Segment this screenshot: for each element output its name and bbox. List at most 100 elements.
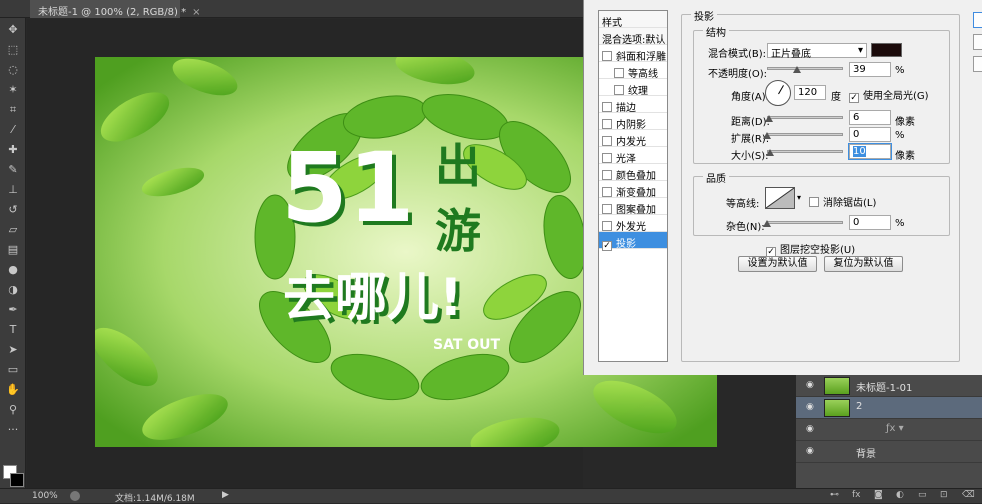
- fx-icon[interactable]: fx: [852, 490, 863, 500]
- trash-icon[interactable]: ⌫: [962, 490, 975, 500]
- opacity-slider-thumb[interactable]: [792, 66, 801, 73]
- layer-row[interactable]: ◉ ƒx ▾: [796, 419, 982, 441]
- noise-label: 杂色(N):: [726, 222, 765, 233]
- angle-dial[interactable]: [765, 80, 791, 106]
- pen-tool-icon[interactable]: ✒: [4, 302, 22, 318]
- dodge-tool-icon[interactable]: ◑: [4, 282, 22, 298]
- anti-alias-checkbox[interactable]: 消除锯齿(L): [809, 194, 876, 209]
- path-selection-tool-icon[interactable]: ➤: [4, 342, 22, 358]
- distance-input[interactable]: 6: [849, 110, 891, 125]
- distance-slider-track[interactable]: [767, 116, 843, 119]
- styles-header[interactable]: 样式: [599, 11, 667, 29]
- reset-default-button[interactable]: 复位为默认值: [824, 256, 903, 272]
- knockout-checkbox[interactable]: ✓ 图层挖空投影(U): [766, 241, 855, 257]
- style-checkbox[interactable]: [614, 85, 624, 95]
- noise-input[interactable]: 0: [849, 215, 891, 230]
- style-checkbox[interactable]: [602, 51, 612, 61]
- size-slider-track[interactable]: [767, 150, 843, 153]
- background-color-swatch[interactable]: [10, 473, 24, 487]
- shape-tool-icon[interactable]: ▭: [4, 362, 22, 378]
- style-checkbox[interactable]: [602, 153, 612, 163]
- close-icon[interactable]: ×: [192, 7, 200, 18]
- folder-icon[interactable]: ▭: [918, 490, 929, 500]
- style-checkbox[interactable]: [602, 170, 612, 180]
- style-checkbox[interactable]: [602, 119, 612, 129]
- layer-style-dialog: 样式 混合选项:默认 斜面和浮雕 等高线 纹理 描边 内阴影 内发光 光泽 颜色叠加 渐变叠加图…: [583, 0, 982, 375]
- make-default-button[interactable]: 设置为默认值: [738, 256, 817, 272]
- lasso-tool-icon[interactable]: ◌: [4, 62, 22, 78]
- spread-slider-thumb[interactable]: [763, 132, 771, 139]
- style-checkbox[interactable]: [602, 136, 612, 146]
- distance-slider-thumb[interactable]: [764, 115, 773, 122]
- visibility-eye-icon[interactable]: ◉: [806, 402, 816, 412]
- link-layers-icon[interactable]: ⊷: [830, 490, 841, 500]
- new-style-button-edge[interactable]: [973, 56, 982, 72]
- style-item[interactable]: 等高线: [599, 62, 667, 80]
- noise-slider-thumb[interactable]: [763, 220, 771, 227]
- size-input[interactable]: 10: [848, 143, 892, 160]
- layer-row[interactable]: ◉ 背景: [796, 441, 982, 463]
- gradient-tool-icon[interactable]: ▤: [4, 242, 22, 258]
- cancel-button-edge[interactable]: [973, 34, 982, 50]
- hand-tool-icon[interactable]: ✋: [4, 382, 22, 398]
- brush-tool-icon[interactable]: ✎: [4, 162, 22, 178]
- contour-dropdown-icon[interactable]: ▾: [797, 193, 801, 202]
- style-item[interactable]: 图案叠加: [599, 198, 667, 216]
- history-brush-tool-icon[interactable]: ↺: [4, 202, 22, 218]
- style-item[interactable]: 描边: [599, 96, 667, 114]
- clone-stamp-tool-icon[interactable]: ⊥: [4, 182, 22, 198]
- style-checkbox[interactable]: [602, 221, 612, 231]
- style-checkbox[interactable]: [614, 68, 624, 78]
- zoom-tool-icon[interactable]: ⚲: [4, 402, 22, 418]
- style-checkbox[interactable]: [602, 102, 612, 112]
- spread-input[interactable]: 0: [849, 127, 891, 142]
- marquee-tool-icon[interactable]: ⬚: [4, 42, 22, 58]
- style-item[interactable]: 斜面和浮雕: [599, 45, 667, 63]
- layer-thumbnail: [824, 377, 850, 395]
- blend-mode-select[interactable]: 正片叠底 ▾: [767, 43, 867, 60]
- crop-tool-icon[interactable]: ⌗: [4, 102, 22, 118]
- new-layer-icon[interactable]: ⊡: [940, 490, 951, 500]
- eyedropper-tool-icon[interactable]: ⁄: [4, 122, 22, 138]
- style-item[interactable]: 渐变叠加: [599, 181, 667, 199]
- type-tool-icon[interactable]: T: [4, 322, 22, 338]
- style-item[interactable]: 颜色叠加: [599, 164, 667, 182]
- ok-button-edge[interactable]: [973, 12, 982, 28]
- opacity-slider-track[interactable]: [767, 67, 843, 70]
- adjustment-icon[interactable]: ◐: [896, 490, 907, 500]
- mask-icon[interactable]: ◙: [874, 490, 885, 500]
- eraser-tool-icon[interactable]: ▱: [4, 222, 22, 238]
- global-light-checkbox[interactable]: ✓ 使用全局光(G): [849, 87, 929, 103]
- style-item[interactable]: 纹理: [599, 79, 667, 97]
- blending-options-item[interactable]: 混合选项:默认: [599, 28, 667, 46]
- noise-slider-track[interactable]: [767, 221, 843, 224]
- info-icon[interactable]: [70, 491, 80, 501]
- blur-tool-icon[interactable]: ●: [4, 262, 22, 278]
- zoom-level[interactable]: 100%: [32, 491, 58, 501]
- spread-slider-track[interactable]: [767, 133, 843, 136]
- move-tool-icon[interactable]: ✥: [4, 22, 22, 38]
- magic-wand-tool-icon[interactable]: ✶: [4, 82, 22, 98]
- opacity-input[interactable]: 39: [849, 62, 891, 77]
- visibility-eye-icon[interactable]: ◉: [806, 446, 816, 456]
- style-item[interactable]: 外发光: [599, 215, 667, 233]
- style-checkbox[interactable]: [602, 204, 612, 214]
- visibility-eye-icon[interactable]: ◉: [806, 380, 816, 390]
- size-slider-thumb[interactable]: [766, 149, 775, 156]
- healing-brush-tool-icon[interactable]: ✚: [4, 142, 22, 158]
- style-item[interactable]: 内阴影: [599, 113, 667, 131]
- style-checkbox[interactable]: [602, 187, 612, 197]
- layer-row[interactable]: ◉ 未标题-1-01: [796, 375, 982, 397]
- style-item[interactable]: 光泽: [599, 147, 667, 165]
- visibility-eye-icon[interactable]: ◉: [806, 424, 816, 434]
- style-item[interactable]: ✓ 投影: [599, 232, 667, 251]
- angle-input[interactable]: 120: [794, 85, 826, 100]
- document-tab[interactable]: 未标题-1 @ 100% (2, RGB/8) * ×: [30, 0, 200, 18]
- contour-picker[interactable]: [765, 187, 795, 209]
- more-tools-icon[interactable]: ···: [4, 422, 22, 438]
- shadow-color-swatch[interactable]: [871, 43, 902, 57]
- style-item[interactable]: 内发光: [599, 130, 667, 148]
- style-checkbox[interactable]: ✓: [602, 241, 612, 251]
- layer-row-selected[interactable]: ◉ 2: [796, 397, 982, 419]
- status-menu-arrow-icon[interactable]: ▶: [222, 490, 229, 500]
